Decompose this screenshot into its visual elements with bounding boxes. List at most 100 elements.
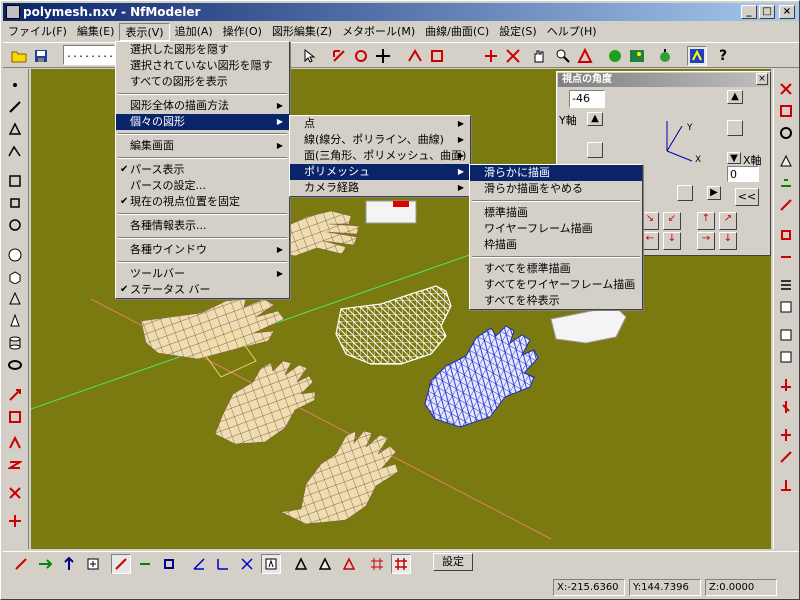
point-tool-icon[interactable] bbox=[5, 75, 25, 95]
panel-title[interactable]: 視点の角度 bbox=[558, 73, 769, 87]
view_menu-item-18[interactable]: ✔ ステータス バー bbox=[116, 282, 289, 298]
view_menu-item-9[interactable]: ✔ パース表示 bbox=[116, 162, 289, 178]
y-slider-thumb[interactable] bbox=[587, 142, 603, 158]
line-tool-icon[interactable] bbox=[5, 97, 25, 117]
select-face-icon[interactable] bbox=[59, 554, 79, 574]
hand-pan-icon[interactable] bbox=[529, 46, 549, 66]
shape_menu-item-1[interactable]: 線(線分、ポリライン、曲線) ▶ bbox=[290, 132, 470, 148]
cone-tool-icon[interactable] bbox=[5, 311, 25, 331]
menu-item-8[interactable]: 設定(S) bbox=[494, 23, 542, 41]
view-side-icon[interactable] bbox=[776, 173, 796, 193]
axis-y-icon[interactable] bbox=[213, 554, 233, 574]
view_menu-item-0[interactable]: 選択した図形を隠す bbox=[116, 42, 289, 58]
rotate-icon[interactable] bbox=[351, 46, 371, 66]
shade-wire-icon[interactable] bbox=[339, 554, 359, 574]
dir-button-4[interactable]: ↗ bbox=[719, 212, 737, 230]
settings-button[interactable]: 設定 bbox=[433, 553, 473, 571]
render-sphere-icon[interactable] bbox=[605, 46, 625, 66]
axis-z-icon[interactable] bbox=[237, 554, 257, 574]
hand-middle-left[interactable] bbox=[214, 360, 316, 445]
align-icon[interactable] bbox=[481, 46, 501, 66]
view_menu-item-15[interactable]: 各種ウインドウ ▶ bbox=[116, 242, 289, 258]
view_menu-item-17[interactable]: ツールバー ▶ bbox=[116, 266, 289, 282]
panel-close-button[interactable]: × bbox=[756, 73, 768, 85]
view-iso-icon[interactable] bbox=[776, 225, 796, 245]
select-point-icon[interactable] bbox=[11, 554, 31, 574]
shape_menu-item-4[interactable]: カメラ経路 ▶ bbox=[290, 180, 470, 196]
sweep-tool-icon[interactable] bbox=[5, 433, 25, 453]
title-bar[interactable]: polymesh.nxv - NfModeler _ □ × bbox=[3, 3, 799, 21]
sphere-tool-icon[interactable] bbox=[5, 245, 25, 265]
menu-item-7[interactable]: 曲線/曲面(C) bbox=[420, 23, 494, 41]
open-file-icon[interactable] bbox=[9, 46, 29, 66]
view_menu-item-2[interactable]: すべての図形を表示 bbox=[116, 74, 289, 90]
torus-tool-icon[interactable] bbox=[5, 355, 25, 375]
grid-show-icon[interactable] bbox=[391, 554, 411, 574]
axis-free-icon[interactable] bbox=[261, 554, 281, 574]
dir-button-2[interactable]: ↙ bbox=[663, 212, 681, 230]
dir-button-1[interactable]: ↘ bbox=[641, 212, 659, 230]
polymesh_menu-item-8[interactable]: すべてをワイヤーフレーム描画 bbox=[470, 277, 642, 293]
menu-item-9[interactable]: ヘルプ(H) bbox=[542, 23, 602, 41]
view_menu-item-5[interactable]: 個々の図形 ▶ bbox=[116, 114, 289, 130]
layer-list-icon[interactable] bbox=[776, 275, 796, 295]
view-top-icon[interactable] bbox=[776, 151, 796, 171]
menu-item-0[interactable]: ファイル(F) bbox=[3, 23, 72, 41]
snap-line-icon[interactable] bbox=[776, 447, 796, 467]
light-icon[interactable] bbox=[776, 347, 796, 367]
edit-mode-icon[interactable] bbox=[111, 554, 131, 574]
dir-button-7[interactable]: → bbox=[697, 232, 715, 250]
app-icon[interactable] bbox=[6, 5, 20, 19]
extrude-tool-icon[interactable] bbox=[5, 385, 25, 405]
cube-tool-icon[interactable] bbox=[5, 267, 25, 287]
select-line-icon[interactable] bbox=[35, 554, 55, 574]
polymesh_menu-item-0[interactable]: 滑らかに描画 bbox=[470, 165, 642, 181]
snap-point-icon[interactable] bbox=[776, 425, 796, 445]
x-right-button[interactable]: ▶ bbox=[707, 186, 721, 200]
dir-button-8[interactable]: ↓ bbox=[719, 232, 737, 250]
angle-input[interactable]: -46 bbox=[569, 90, 605, 108]
snap-grid-icon[interactable] bbox=[776, 397, 796, 417]
menu-item-6[interactable]: メタボール(M) bbox=[337, 23, 420, 41]
z-slider-thumb[interactable] bbox=[727, 120, 743, 136]
polyline-tool-icon[interactable] bbox=[5, 141, 25, 161]
measure-icon[interactable] bbox=[776, 475, 796, 495]
view_menu-item-7[interactable]: 編集画面 ▶ bbox=[116, 138, 289, 154]
dir-button-5[interactable]: ← bbox=[641, 232, 659, 250]
help-icon[interactable]: ? bbox=[713, 46, 733, 66]
menu-item-2[interactable]: 表示(V) bbox=[119, 22, 170, 41]
texture-icon[interactable] bbox=[655, 46, 675, 66]
view-bottom-icon[interactable] bbox=[776, 247, 796, 267]
deform-tool-icon[interactable] bbox=[5, 511, 25, 531]
polymesh_menu-item-3[interactable]: 標準描画 bbox=[470, 205, 642, 221]
twist-tool-icon[interactable] bbox=[5, 455, 25, 475]
material-icon[interactable] bbox=[776, 325, 796, 345]
menu-item-5[interactable]: 図形編集(Z) bbox=[267, 23, 337, 41]
collapse-button[interactable]: << bbox=[735, 188, 759, 206]
view-reset-icon[interactable] bbox=[776, 123, 796, 143]
view_menu-item-4[interactable]: 図形全体の描画方法 ▶ bbox=[116, 98, 289, 114]
move-cross-icon[interactable] bbox=[373, 46, 393, 66]
view_menu-item-10[interactable]: パースの設定... bbox=[116, 178, 289, 194]
dir-button-6[interactable]: ↓ bbox=[663, 232, 681, 250]
view_menu-item-11[interactable]: ✔ 現在の視点位置を固定 bbox=[116, 194, 289, 210]
bend-tool-icon[interactable] bbox=[5, 483, 25, 503]
maximize-button[interactable]: □ bbox=[759, 5, 775, 19]
x-slider-thumb[interactable] bbox=[677, 185, 693, 201]
grid-snap-icon[interactable] bbox=[367, 554, 387, 574]
triangle-tool-icon[interactable] bbox=[5, 119, 25, 139]
paste-mode-icon[interactable] bbox=[159, 554, 179, 574]
view-fit-icon[interactable] bbox=[776, 79, 796, 99]
hand-left[interactable] bbox=[140, 298, 285, 378]
polymesh_menu-item-9[interactable]: すべてを枠表示 bbox=[470, 293, 642, 309]
shape_menu-item-2[interactable]: 面(三角形、ポリメッシュ、曲面) ▶ bbox=[290, 148, 470, 164]
x-value-input[interactable]: 0 bbox=[727, 166, 759, 182]
shade-triangle-icon[interactable] bbox=[291, 554, 311, 574]
pyramid-tool-icon[interactable] bbox=[5, 289, 25, 309]
properties-icon[interactable] bbox=[776, 297, 796, 317]
hand-bottom[interactable] bbox=[279, 430, 399, 525]
perspective-icon[interactable] bbox=[575, 46, 595, 66]
scale-icon[interactable] bbox=[427, 46, 447, 66]
close-button[interactable]: × bbox=[779, 5, 795, 19]
z-down-button[interactable]: ▼ bbox=[727, 152, 741, 164]
